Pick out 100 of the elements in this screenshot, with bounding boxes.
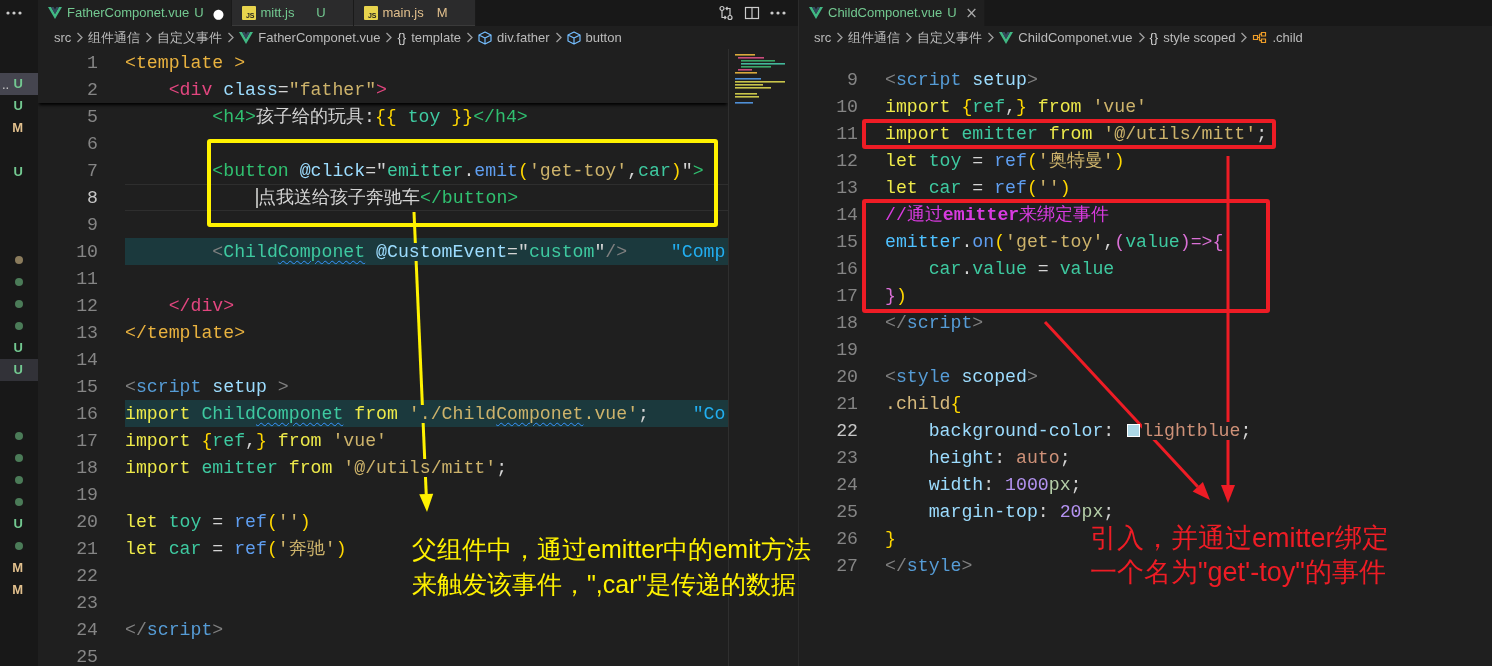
line-number: 21 [836,394,858,413]
close-button[interactable]: × [965,5,978,21]
breadcrumb-item[interactable]: .child [1252,27,1303,48]
code-text: }) [885,286,907,305]
line-number: 17 [76,431,98,450]
cube-icon [566,30,581,45]
breadcrumb-item[interactable]: {} template [397,27,462,48]
line-number: 20 [836,367,858,386]
annotation-note: 引入，并通过emitter绑定 一个名为"get'-toy"的事件 [1090,522,1389,589]
line-number: 10 [836,97,858,116]
line-number: 2 [87,80,98,99]
editor-tab[interactable]: FatherComponet.vue U ● [38,0,232,26]
chevron-right-icon [836,32,844,43]
breadcrumb-item[interactable]: 自定义事件 [917,27,983,48]
line-number: 11 [76,269,98,288]
chevron-right-icon [987,32,995,43]
line-number: 11 [836,124,858,143]
breadcrumb-item[interactable]: src [814,27,832,48]
code-text: <script setup > [125,377,289,396]
annotation-note: 父组件中，通过emitter中的emit方法 来触发该事件，",car"是传递的数据 [412,534,811,600]
v-logo-icon [239,31,254,44]
breadcrumb-item[interactable]: button [566,27,622,48]
line-number: 19 [76,485,98,504]
breadcrumb-item[interactable]: div.father [478,27,550,48]
explorer-row[interactable]: M [0,557,38,579]
breadcrumb-item[interactable]: 组件通信 [88,27,141,48]
code-text: let toy = ref('') [125,512,311,531]
line-number: 18 [76,458,98,477]
line-number: 22 [836,421,858,440]
line-number: 16 [76,404,98,423]
line-number: 14 [836,205,858,224]
code-text: //通过emitter来绑定事件 [885,205,1110,224]
inlay-hint: "Co [692,404,726,423]
code-text: let car = ref('') [885,178,1071,197]
line-number: 25 [76,647,98,666]
compare-icon[interactable] [718,5,734,21]
line-number: 12 [76,296,98,315]
line-number: 15 [836,232,858,251]
code-text: <template > [125,53,246,72]
editor-tab[interactable]: ChildComponet.vue U × [799,0,985,26]
breadcrumb-item[interactable]: FatherComponet.vue [239,27,381,48]
explorer-row[interactable]: .. U [0,73,38,95]
code-text: <script setup> [885,70,1038,89]
line-number: 14 [76,350,98,369]
line-number: 7 [87,161,98,180]
more-icon[interactable] [6,11,22,15]
line-number: 26 [836,529,858,548]
line-number: 9 [847,70,858,89]
connected-boxes-icon [1252,31,1268,44]
code-text: 点我送给孩子奔驰车</button> [258,188,519,207]
line-number: 19 [836,340,858,359]
explorer-row[interactable]: U [0,513,38,535]
line-number: 5 [87,107,98,126]
explorer-row[interactable]: U [0,161,38,183]
breadcrumb-item[interactable]: 组件通信 [848,27,901,48]
code-text: let car = ref('奔驰') [125,539,347,558]
v-logo-icon [48,7,62,19]
more-icon[interactable] [770,11,786,15]
v-logo-icon [999,31,1014,44]
code-text: <style scoped> [885,367,1038,386]
code-text: <button @click="emitter.emit('get-toy',car)"> [212,161,704,180]
explorer-row[interactable]: M [0,579,38,601]
breadcrumb-item[interactable]: ChildComponet.vue [999,27,1133,48]
line-number: 24 [836,475,858,494]
line-number: 23 [76,593,98,612]
code-text: <h4>孩子给的玩具:{{ toy }}</h4> [212,107,528,126]
explorer-row[interactable]: M [0,117,38,139]
explorer-row[interactable]: U [0,359,38,381]
chevron-right-icon [554,32,562,43]
line-number: 23 [836,448,858,467]
line-number: 16 [836,259,858,278]
line-number: 13 [76,323,98,342]
breadcrumb-item[interactable]: 自定义事件 [157,27,223,48]
line-number: 24 [76,620,98,639]
line-number: 27 [836,556,858,575]
line-number: 6 [87,134,98,153]
chevron-right-icon [1240,32,1248,43]
code-text: </template> [125,323,246,342]
chevron-right-icon [145,32,153,43]
code-text: } [885,529,896,548]
line-number: 9 [87,215,98,234]
chevron-right-icon [76,32,84,43]
chevron-right-icon [905,32,913,43]
code-text: </style> [885,556,973,575]
cube-icon [478,30,493,45]
inlay-hint: "Comp [670,242,726,261]
explorer-row[interactable]: U [0,95,38,117]
line-number: 18 [836,313,858,332]
code-text: </script> [125,620,224,639]
line-number: 17 [836,286,858,305]
line-number: 25 [836,502,858,521]
code-text: </script> [885,313,984,332]
chevron-right-icon [1137,32,1145,43]
breadcrumb-item[interactable]: {} style scoped [1149,27,1236,48]
explorer-row[interactable]: U [0,337,38,359]
code-text: <ChildComponet @CustomEvent="custom"/> [212,242,628,261]
line-number: 1 [87,53,98,72]
breadcrumb-item[interactable]: src [54,27,72,48]
line-number: 20 [76,512,98,531]
split-editor-icon[interactable] [744,5,760,21]
